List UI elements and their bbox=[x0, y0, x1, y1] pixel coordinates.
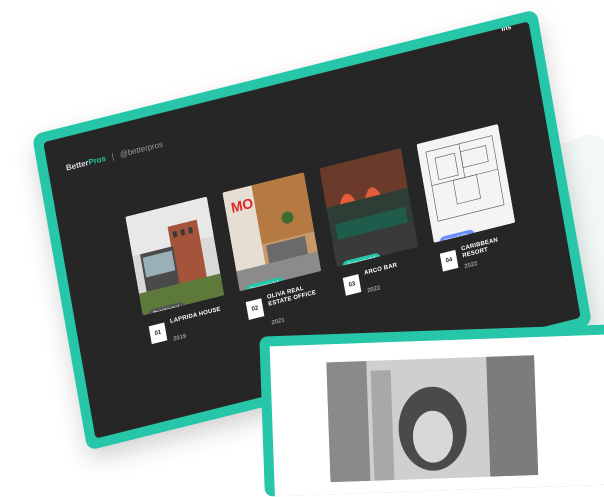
project-year: 2022 bbox=[366, 285, 381, 295]
project-number: 01 bbox=[148, 322, 168, 345]
project-year: 2022 bbox=[463, 261, 478, 271]
project-number: 04 bbox=[439, 249, 459, 272]
project-card-caribbean[interactable]: Hospitality 04 CARIBBEAN RESORT 2022 bbox=[416, 123, 524, 294]
secondary-slide bbox=[259, 323, 604, 497]
project-number: 03 bbox=[342, 274, 362, 296]
project-name: OLIVA REAL ESTATE OFFICE bbox=[266, 285, 317, 308]
brand-handle: @betterpros bbox=[119, 139, 164, 160]
project-card-arco[interactable]: Commercial 03 ARCO BAR 2022 bbox=[319, 148, 427, 318]
project-thumbnail-caribbean: Hospitality bbox=[416, 123, 516, 243]
project-name: CARIBBEAN RESORT bbox=[460, 237, 499, 260]
secondary-slide-content bbox=[269, 333, 604, 497]
floorplan-image bbox=[416, 123, 516, 243]
project-thumbnail-oliva: MO Commercial bbox=[222, 172, 322, 292]
project-year: 2021 bbox=[271, 317, 286, 327]
project-name: ARCO BAR bbox=[363, 262, 398, 277]
project-card-oliva[interactable]: MO Commercial 02 OLIVA REAL ESTATE OFFIC… bbox=[222, 172, 330, 342]
portrait-photo bbox=[326, 355, 539, 483]
brand-name-part1: Better bbox=[65, 158, 90, 173]
brand-logo: BetterPros | @betterpros bbox=[65, 140, 163, 173]
office-photo: MO bbox=[222, 172, 322, 292]
project-year: 2019 bbox=[172, 333, 187, 343]
project-thumbnail-laprida: Residential bbox=[125, 196, 225, 316]
project-name: LAPRIDA HOUSE bbox=[169, 306, 222, 325]
brand-separator: | bbox=[111, 151, 115, 162]
project-card-laprida[interactable]: Residential 01 LAPRIDA HOUSE 2019 bbox=[125, 196, 233, 366]
project-number: 02 bbox=[245, 298, 265, 320]
slide-top-text: Ins bbox=[500, 23, 512, 34]
bar-photo bbox=[319, 148, 419, 268]
house-photo bbox=[125, 196, 225, 316]
project-thumbnail-arco: Commercial bbox=[319, 148, 419, 268]
brand-name-part2: Pros bbox=[87, 153, 107, 168]
